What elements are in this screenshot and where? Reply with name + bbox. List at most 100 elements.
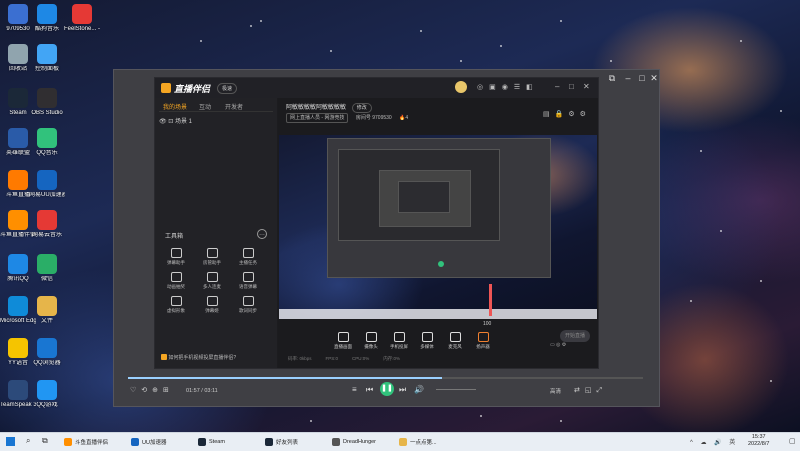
playlist-icon[interactable]: ≡ — [352, 385, 357, 394]
toolbox-title: 工具箱 — [165, 234, 184, 240]
desktop-icon[interactable]: 网易UU加速器 — [29, 170, 65, 199]
tab-interact[interactable]: 互动 — [199, 102, 211, 111]
search-icon[interactable]: ⌕ — [26, 436, 30, 446]
start-icon[interactable] — [6, 437, 15, 446]
streaming-app: 直播伴侣 极速 ◎▣◉☰◧ – □ ✕ 我的场景 互动 开发者 👁 ⊡ 场景 1… — [154, 77, 599, 369]
app-minimize-icon[interactable]: – — [555, 82, 559, 91]
desktop-icon[interactable]: QQ游戏 — [29, 380, 65, 409]
toolbox-item[interactable]: 弹幕助手 — [161, 248, 191, 266]
category-selector[interactable]: 网上直播人员 - 网游竞技 — [286, 113, 349, 123]
star — [760, 280, 762, 282]
desktop-icon[interactable]: FeelStone... - 通文件 — [64, 4, 100, 33]
notification-icon[interactable]: ▢ — [789, 437, 796, 445]
taskbar-app[interactable]: DreadHunger — [332, 435, 394, 449]
taskbar-app[interactable]: UU加速器 — [131, 435, 193, 449]
version-pill[interactable]: 极速 — [217, 83, 238, 94]
toolbox-item[interactable]: 动画抽奖 — [161, 272, 191, 290]
clock[interactable]: 15:37 2022/8/7 — [748, 434, 769, 448]
taskbar-app-icon — [265, 438, 273, 446]
toolbox-item[interactable]: 房管助手 — [197, 248, 227, 266]
prev-icon[interactable]: ⏮ — [366, 385, 373, 395]
help-tip[interactable]: 如何把手机视频投屏直播伴侣? — [161, 354, 236, 361]
source-control[interactable]: 多媒体 — [414, 332, 440, 350]
tool-label: 虚拟形象 — [167, 308, 185, 313]
tray-icons[interactable]: ^ ☁ 🔊 英 — [690, 437, 738, 446]
desktop-icon[interactable]: 控制面板 — [29, 44, 65, 73]
source-control[interactable]: 手机投屏 — [386, 332, 412, 350]
tool-icon — [242, 272, 254, 282]
taskbar-app[interactable]: 好友列表 — [265, 435, 327, 449]
status-item: 码率: 0kbps — [288, 356, 312, 361]
volume-icon[interactable]: 🔊 — [414, 385, 424, 394]
app-icon — [37, 296, 57, 316]
toolbox-item[interactable]: 虚拟形象 — [161, 296, 191, 314]
desktop-icon[interactable]: QQ音乐 — [29, 128, 65, 157]
star — [250, 25, 252, 27]
eye-icon[interactable]: 👁 — [159, 119, 167, 125]
settings-icons[interactable]: ▭ ◎ ⚙ — [550, 342, 566, 348]
app-logo-text: 直播伴侣 — [174, 84, 211, 94]
toolbox-item[interactable]: 语音弹幕 — [233, 272, 263, 290]
app-icon — [8, 170, 28, 190]
desktop-icon[interactable]: 微信 — [29, 254, 65, 283]
desktop-icon[interactable]: OBS Studio — [29, 88, 65, 117]
player-volume-slider[interactable] — [436, 389, 476, 390]
volume-slider[interactable] — [489, 284, 492, 316]
toolbox-item[interactable]: 弹幕姬 — [197, 296, 227, 314]
tab-developer[interactable]: 开发者 — [225, 102, 243, 111]
task-view-icon[interactable]: ⧉ — [42, 436, 48, 446]
toolbox-more-icon[interactable]: … — [257, 229, 267, 239]
toolbox-item[interactable]: 歌词同步 — [233, 296, 263, 314]
source-control[interactable]: 直播画面 — [330, 332, 356, 350]
edit-title-button[interactable]: 修改 — [351, 103, 372, 113]
star — [310, 420, 312, 422]
toolbox-item[interactable]: 主播任务 — [233, 248, 263, 266]
player-left-icons[interactable]: ♡⟲⊕⊞ — [130, 386, 174, 394]
star — [260, 20, 262, 22]
control-label: 直播画面 — [334, 344, 352, 349]
pause-button[interactable]: ❚❚ — [380, 382, 394, 396]
quality-label[interactable]: 高清 — [550, 387, 561, 395]
app-sidebar: 我的场景 互动 开发者 👁 ⊡ 场景 1 工具箱 … 弹幕助手 房管助手 主播任务动… — [155, 98, 277, 368]
desktop-icon[interactable]: 酷狗音乐 — [29, 4, 65, 33]
progress-track[interactable] — [128, 377, 643, 379]
desktop-icon-label: QQ浏览器 — [33, 360, 61, 366]
taskbar-app[interactable]: Steam — [198, 435, 260, 449]
source-control[interactable]: 摄像头 — [358, 332, 384, 350]
avatar[interactable] — [455, 81, 467, 93]
tab-scenes[interactable]: 我的场景 — [163, 102, 187, 111]
desktop-icon-label: QQ音乐 — [36, 150, 58, 156]
tool-icon — [206, 248, 218, 258]
desktop-icon-label: OBS Studio — [31, 110, 63, 116]
control-icon — [365, 332, 377, 342]
source-control[interactable]: 麦克风 — [442, 332, 468, 350]
source-control[interactable]: 扬声器 — [470, 332, 496, 350]
lock-icon[interactable]: ⊡ — [168, 119, 173, 125]
player-right-icons[interactable]: ⇄◱⤢ — [574, 386, 607, 395]
window-maximize-icon[interactable]: □ — [636, 73, 648, 83]
window-pin-icon[interactable]: ⧉ — [606, 73, 618, 84]
desktop-icon-label: 酷狗音乐 — [34, 26, 59, 32]
main-toolbar-icons[interactable]: ▤🔒⚙⚙ — [543, 110, 591, 118]
desktop-icon[interactable]: QQ浏览器 — [29, 338, 65, 367]
desktop-icon[interactable]: 文件 — [29, 296, 65, 325]
app-close-icon[interactable]: ✕ — [583, 82, 590, 91]
app-header: 直播伴侣 极速 ◎▣◉☰◧ – □ ✕ — [155, 78, 598, 98]
desktop-icon[interactable]: 网易云音乐 — [29, 210, 65, 239]
start-stream-button[interactable]: 开始直播 — [560, 330, 590, 342]
tool-label: 语音弹幕 — [239, 284, 257, 289]
tool-icon — [206, 296, 218, 306]
toolbox-item[interactable]: 多人连麦 — [197, 272, 227, 290]
desktop-icon-label: FeelStone... - 通文件 — [64, 26, 100, 32]
next-icon[interactable]: ⏭ — [399, 385, 406, 395]
taskbar-app[interactable]: 一点点第... — [399, 435, 461, 449]
star — [780, 110, 782, 112]
window-minimize-icon[interactable]: – — [622, 73, 634, 83]
scene-item[interactable]: 👁 ⊡ 场景 1 — [159, 116, 192, 125]
star — [200, 40, 202, 42]
taskbar: ⌕ ⧉ 斗鱼直播伴侣 UU加速器 Steam 好友列表 DreadHunger 一点点第.… — [0, 432, 800, 451]
taskbar-app[interactable]: 斗鱼直播伴侣 — [64, 435, 126, 449]
window-close-icon[interactable]: ✕ — [648, 73, 660, 84]
app-maximize-icon[interactable]: □ — [569, 82, 574, 91]
nested-window-3 — [379, 170, 471, 227]
